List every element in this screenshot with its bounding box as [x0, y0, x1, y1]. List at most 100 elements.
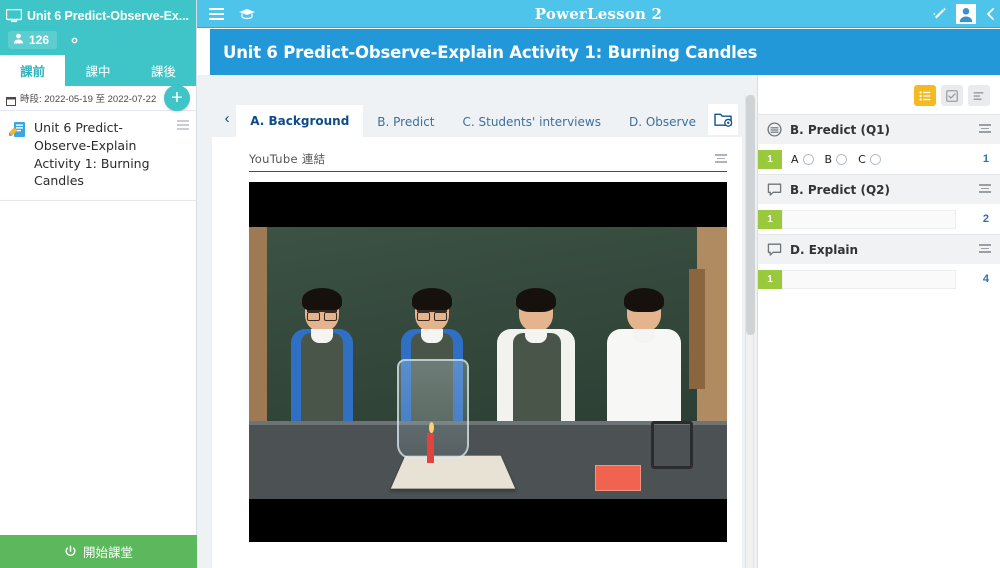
folder-gear-icon[interactable] [708, 104, 738, 135]
radio-icon[interactable] [802, 153, 814, 165]
option-a[interactable]: A [791, 153, 814, 166]
back-arrow-icon[interactable] [984, 7, 998, 21]
question-number: 1 [758, 149, 782, 169]
question-header[interactable]: B. Predict (Q1) [758, 114, 1000, 144]
question-row[interactable]: 1 A B C 1 [758, 144, 1000, 174]
student-count-value: 126 [29, 33, 50, 47]
list-view-icon[interactable] [914, 85, 936, 106]
tab-a-background[interactable]: A. Background [236, 105, 364, 137]
option-letter: A [791, 152, 799, 166]
question-panel: B. Predict (Q1) 1 A B C 1 B. Predict (Q2… [757, 75, 1000, 568]
magic-wand-icon[interactable] [932, 6, 948, 22]
graduation-cap-icon[interactable] [238, 7, 256, 21]
content-scrollbar[interactable] [745, 95, 755, 568]
radio-icon[interactable] [836, 153, 848, 165]
question-row[interactable]: 1 2 [758, 204, 1000, 234]
red-candles-box [595, 465, 641, 491]
question-title: D. Explain [790, 242, 859, 257]
answer-input[interactable] [782, 209, 956, 229]
question-header[interactable]: D. Explain [758, 234, 1000, 264]
tab-label: D. Observe [628, 115, 696, 129]
question-number: 1 [758, 269, 782, 289]
top-bar-right [932, 0, 1000, 28]
tab-b-predict[interactable]: B. Predict [363, 107, 448, 137]
add-lesson-button[interactable]: + [164, 85, 190, 111]
tab-label: A. Background [250, 114, 350, 128]
sidebar-item-label: Unit 6 Predict-Observe-Explain Activity … [34, 120, 150, 189]
multiple-choice-icon [767, 122, 782, 137]
tab-label: C. Students' interviews [462, 115, 601, 129]
video-frame [249, 227, 727, 499]
scrollbar-thumb[interactable] [746, 95, 755, 335]
question-number: 1 [758, 209, 782, 229]
student-torso [497, 329, 575, 421]
summary-icon[interactable] [968, 85, 990, 106]
drag-handle-icon[interactable] [979, 184, 991, 195]
student-count-badge[interactable]: 126 [8, 31, 58, 49]
app-root: Unit 6 Predict-Observe-Ex... 126 課前 課中 課… [0, 0, 1000, 568]
option-c[interactable]: C [858, 153, 881, 166]
top-bar-left [197, 7, 256, 21]
sidebar-tabs: 課前 課中 課後 [0, 55, 196, 86]
tab-label: B. Predict [377, 115, 435, 129]
power-icon [64, 545, 77, 558]
candle-flame [428, 422, 434, 433]
drag-handle-icon[interactable] [979, 244, 991, 255]
resource-header: YouTube 連結 [249, 151, 727, 172]
question-row[interactable]: 1 4 [758, 264, 1000, 294]
main-content-area: ‹ A. Background B. Predict C. Students' … [197, 75, 757, 568]
sidebar-tab-before-class[interactable]: 課前 [0, 55, 66, 86]
start-class-label: 開始課堂 [82, 545, 133, 560]
user-avatar-icon[interactable] [956, 4, 976, 24]
page-title-bar: Unit 6 Predict-Observe-Explain Activity … [210, 29, 1000, 75]
activity-body: YouTube 連結 [227, 137, 742, 568]
drag-handle-icon[interactable] [177, 120, 189, 130]
student-head [624, 288, 664, 331]
calendar-icon [6, 93, 16, 106]
text-answer-icon [767, 242, 782, 257]
sidebar-course-row: Unit 6 Predict-Observe-Ex... [5, 4, 190, 28]
tab-d-observe[interactable]: D. Observe [615, 107, 710, 137]
lesson-file-icon [8, 120, 27, 139]
video-player[interactable] [249, 182, 727, 542]
start-class-button[interactable]: 開始課堂 [0, 535, 197, 568]
panel-toolbar [758, 75, 1000, 114]
question-title: B. Predict (Q2) [790, 182, 890, 197]
student-head [302, 288, 342, 331]
activity-card: ‹ A. Background B. Predict C. Students' … [212, 100, 742, 568]
sidebar-tab-label: 課中 [85, 64, 111, 79]
checklist-icon[interactable] [941, 85, 963, 106]
sidebar-tab-label: 課後 [150, 64, 176, 79]
drag-handle-icon[interactable] [979, 124, 991, 135]
response-count: 1 [982, 153, 989, 165]
tabs-prev-button[interactable]: ‹ [218, 100, 236, 137]
option-letter: C [858, 152, 866, 166]
student-4 [607, 288, 681, 421]
tab-c-students-interviews[interactable]: C. Students' interviews [449, 107, 615, 137]
drag-handle-icon[interactable] [715, 154, 727, 164]
gear-icon[interactable] [66, 32, 83, 49]
student-torso [291, 329, 353, 421]
top-bar: PowerLesson 2 [197, 0, 1000, 28]
sidebar-tab-during-class[interactable]: 課中 [65, 55, 130, 86]
option-b[interactable]: B [825, 153, 848, 166]
sidebar-header: Unit 6 Predict-Observe-Ex... 126 [0, 0, 196, 55]
date-range-text: 時段: 2022-05-19 至 2022-07-22 [20, 94, 157, 105]
person-icon [13, 33, 24, 47]
student-head [516, 288, 556, 331]
candle [427, 433, 434, 463]
sidebar-tab-label: 課前 [20, 64, 46, 79]
date-range-row: 時段: 2022-05-19 至 2022-07-22 + [0, 85, 196, 111]
question-header[interactable]: B. Predict (Q2) [758, 174, 1000, 204]
question-title: B. Predict (Q1) [790, 122, 890, 137]
sidebar-item-lesson[interactable]: Unit 6 Predict-Observe-Explain Activity … [0, 111, 196, 201]
left-sidebar: Unit 6 Predict-Observe-Ex... 126 課前 課中 課… [0, 0, 197, 568]
page-title: Unit 6 Predict-Observe-Explain Activity … [223, 42, 758, 62]
answer-options: A B C [791, 153, 887, 166]
answer-input[interactable] [782, 269, 956, 289]
tab-scroller: A. Background B. Predict C. Students' in… [236, 100, 723, 137]
sidebar-tab-after-class[interactable]: 課後 [131, 55, 196, 86]
text-answer-icon [767, 182, 782, 197]
radio-icon[interactable] [869, 153, 881, 165]
hamburger-icon[interactable] [209, 7, 224, 20]
